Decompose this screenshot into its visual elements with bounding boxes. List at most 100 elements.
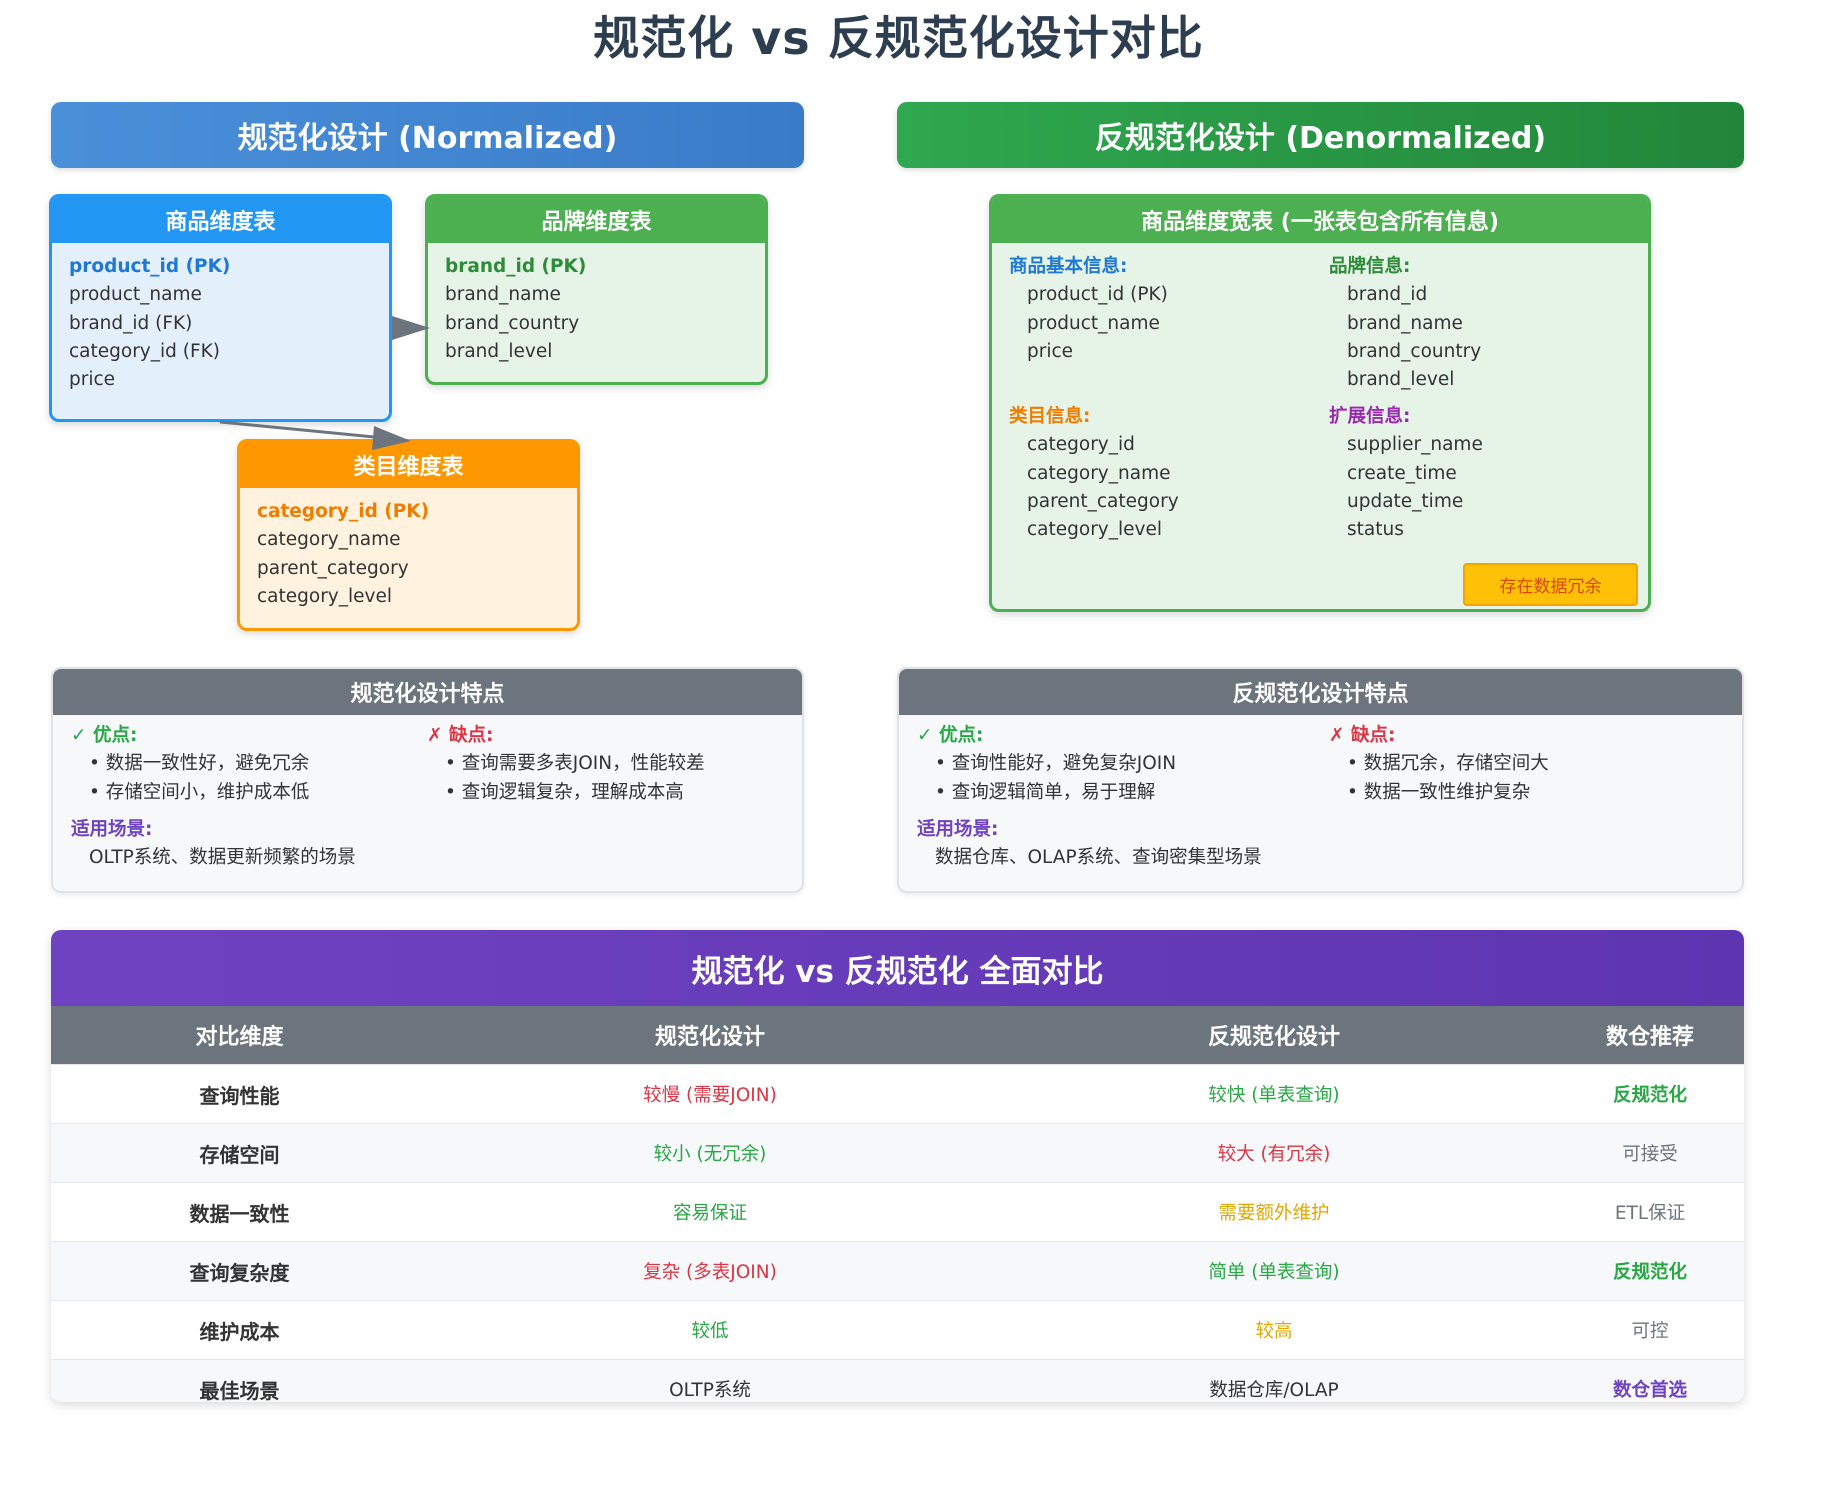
list-item: • 查询逻辑简单，易于理解 — [935, 781, 1156, 803]
dimension-cell: 维护成本 — [51, 1300, 428, 1360]
group-extension: 扩展信息: supplier_name create_time update_t… — [1329, 403, 1483, 544]
table-field: product_name — [69, 284, 202, 306]
denormalized-cell: 需要额外维护 — [992, 1182, 1556, 1242]
panel-header: 反规范化设计特点 — [899, 669, 1742, 715]
scenario-text: OLTP系统、数据更新频繁的场景 — [89, 847, 356, 869]
product-to-category-arrow — [219, 420, 386, 440]
list-item: • 数据一致性维护复杂 — [1347, 781, 1531, 803]
list-item: • 数据一致性好，避免冗余 — [89, 753, 310, 775]
table-field: price — [69, 369, 116, 391]
table-field: product_name — [1027, 312, 1160, 334]
panel-header: 规范化设计特点 — [53, 669, 802, 715]
table-row: 查询性能 较慢 (需要JOIN) 较快 (单表查询) 反规范化 — [51, 1064, 1744, 1124]
denormalized-cell: 较大 (有冗余) — [992, 1123, 1556, 1183]
pros-list: ✓ 优点: • 查询性能好，避免复杂JOIN • 查询逻辑简单，易于理解 — [917, 722, 1176, 807]
table-header: 类目维度表 — [240, 442, 577, 488]
pros-list: ✓ 优点: • 数据一致性好，避免冗余 • 存储空间小，维护成本低 — [71, 722, 309, 807]
table-header-row: 对比维度 规范化设计 反规范化设计 数仓推荐 — [51, 1006, 1744, 1065]
list-item: • 数据冗余，存储空间大 — [1347, 753, 1549, 775]
group-label: 商品基本信息: — [1009, 256, 1128, 277]
recommendation-cell: 可控 — [1556, 1300, 1744, 1360]
denormalized-cell: 数据仓库/OLAP — [992, 1359, 1556, 1402]
dimension-cell: 存储空间 — [51, 1123, 428, 1183]
table-field: status — [1347, 519, 1404, 541]
normalized-banner: 规范化设计 (Normalized) — [51, 102, 804, 168]
field-list: category_id (PK) category_name parent_ca… — [240, 488, 577, 611]
table-field: brand_id (FK) — [69, 312, 193, 334]
primary-key-field: category_id (PK) — [257, 501, 430, 522]
normalized-cell: 容易保证 — [428, 1182, 992, 1242]
column-header: 对比维度 — [51, 1006, 428, 1065]
list-item: • 存储空间小，维护成本低 — [89, 781, 310, 803]
table-field: supplier_name — [1347, 434, 1483, 456]
table-field: brand_name — [445, 284, 561, 306]
table-row: 最佳场景 OLTP系统 数据仓库/OLAP 数仓首选 — [51, 1359, 1744, 1402]
scenario-label: 适用场景: — [917, 819, 999, 840]
table-field: update_time — [1347, 490, 1464, 512]
table-field: brand_name — [1347, 312, 1463, 334]
table-field: create_time — [1347, 462, 1457, 484]
table-field: category_level — [1027, 519, 1163, 541]
column-header: 反规范化设计 — [992, 1006, 1556, 1065]
recommendation-cell: 反规范化 — [1556, 1241, 1744, 1301]
table-field: category_id — [1027, 434, 1135, 456]
recommendation-cell: ETL保证 — [1556, 1182, 1744, 1242]
table-field: parent_category — [1027, 490, 1179, 512]
product-dimension-table: 商品维度表 product_id (PK) product_name brand… — [49, 194, 392, 422]
field-list: brand_id (PK) brand_name brand_country b… — [428, 243, 765, 366]
table-field: product_id (PK) — [1027, 284, 1168, 306]
dimension-cell: 查询性能 — [51, 1064, 428, 1124]
denormalized-cell: 简单 (单表查询) — [992, 1241, 1556, 1301]
recommendation-cell: 数仓首选 — [1556, 1359, 1744, 1402]
list-item: • 查询逻辑复杂，理解成本高 — [445, 781, 684, 803]
table-field: category_level — [257, 585, 393, 607]
table-field: category_name — [1027, 462, 1171, 484]
table-header: 商品维度表 — [52, 197, 389, 243]
table-field: brand_id — [1347, 284, 1428, 306]
field-list: product_id (PK) product_name brand_id (F… — [52, 243, 389, 394]
table-header: 商品维度宽表 (一张表包含所有信息) — [992, 197, 1648, 243]
table-field: price — [1027, 340, 1074, 362]
table-row: 存储空间 较小 (无冗余) 较大 (有冗余) 可接受 — [51, 1123, 1744, 1183]
normalized-cell: 较小 (无冗余) — [428, 1123, 992, 1183]
denormalized-cell: 较快 (单表查询) — [992, 1064, 1556, 1124]
dimension-cell: 最佳场景 — [51, 1359, 428, 1402]
recommendation-cell: 可接受 — [1556, 1123, 1744, 1183]
table-header: 品牌维度表 — [428, 197, 765, 243]
table-row: 数据一致性 容易保证 需要额外维护 ETL保证 — [51, 1182, 1744, 1242]
group-label: 品牌信息: — [1329, 256, 1411, 277]
dimension-cell: 查询复杂度 — [51, 1241, 428, 1301]
redundancy-badge: 存在数据冗余 — [1463, 563, 1638, 606]
comparison-table: 对比维度 规范化设计 反规范化设计 数仓推荐 查询性能 较慢 (需要JOIN) 较快… — [51, 1006, 1744, 1402]
product-wide-table: 商品维度宽表 (一张表包含所有信息) 商品基本信息: product_id (P… — [989, 194, 1651, 612]
pros-label: ✓ 优点: — [71, 725, 138, 746]
table-field: parent_category — [257, 557, 409, 579]
page-title: 规范化 vs 反规范化设计对比 — [593, 11, 1204, 65]
cons-list: ✗ 缺点: • 查询需要多表JOIN，性能较差 • 查询逻辑复杂，理解成本高 — [427, 722, 705, 807]
group-category: 类目信息: category_id category_name parent_c… — [1009, 403, 1179, 544]
table-field: brand_country — [445, 312, 580, 334]
recommendation-cell: 反规范化 — [1556, 1064, 1744, 1124]
group-label: 扩展信息: — [1329, 406, 1411, 427]
table-row: 维护成本 较低 较高 可控 — [51, 1300, 1744, 1360]
primary-key-field: product_id (PK) — [69, 256, 231, 277]
normalized-cell: 复杂 (多表JOIN) — [428, 1241, 992, 1301]
pros-label: ✓ 优点: — [917, 725, 984, 746]
table-field: brand_country — [1347, 340, 1482, 362]
scenario-block: 适用场景: OLTP系统、数据更新频繁的场景 — [71, 816, 356, 873]
group-brand: 品牌信息: brand_id brand_name brand_country … — [1329, 253, 1481, 394]
category-dimension-table: 类目维度表 category_id (PK) category_name par… — [237, 439, 580, 631]
list-item: • 查询性能好，避免复杂JOIN — [935, 753, 1177, 775]
primary-key-field: brand_id (PK) — [445, 256, 587, 277]
table-field: brand_level — [1347, 369, 1455, 391]
cons-label: ✗ 缺点: — [1329, 725, 1396, 746]
column-header: 数仓推荐 — [1556, 1006, 1744, 1065]
table-field: category_name — [257, 529, 401, 551]
table-row: 查询复杂度 复杂 (多表JOIN) 简单 (单表查询) 反规范化 — [51, 1241, 1744, 1301]
table-field: category_id (FK) — [69, 340, 220, 362]
scenario-label: 适用场景: — [71, 819, 153, 840]
cons-list: ✗ 缺点: • 数据冗余，存储空间大 • 数据一致性维护复杂 — [1329, 722, 1549, 807]
normalized-cell: OLTP系统 — [428, 1359, 992, 1402]
denormalized-cell: 较高 — [992, 1300, 1556, 1360]
denormalized-banner: 反规范化设计 (Denormalized) — [897, 102, 1744, 168]
